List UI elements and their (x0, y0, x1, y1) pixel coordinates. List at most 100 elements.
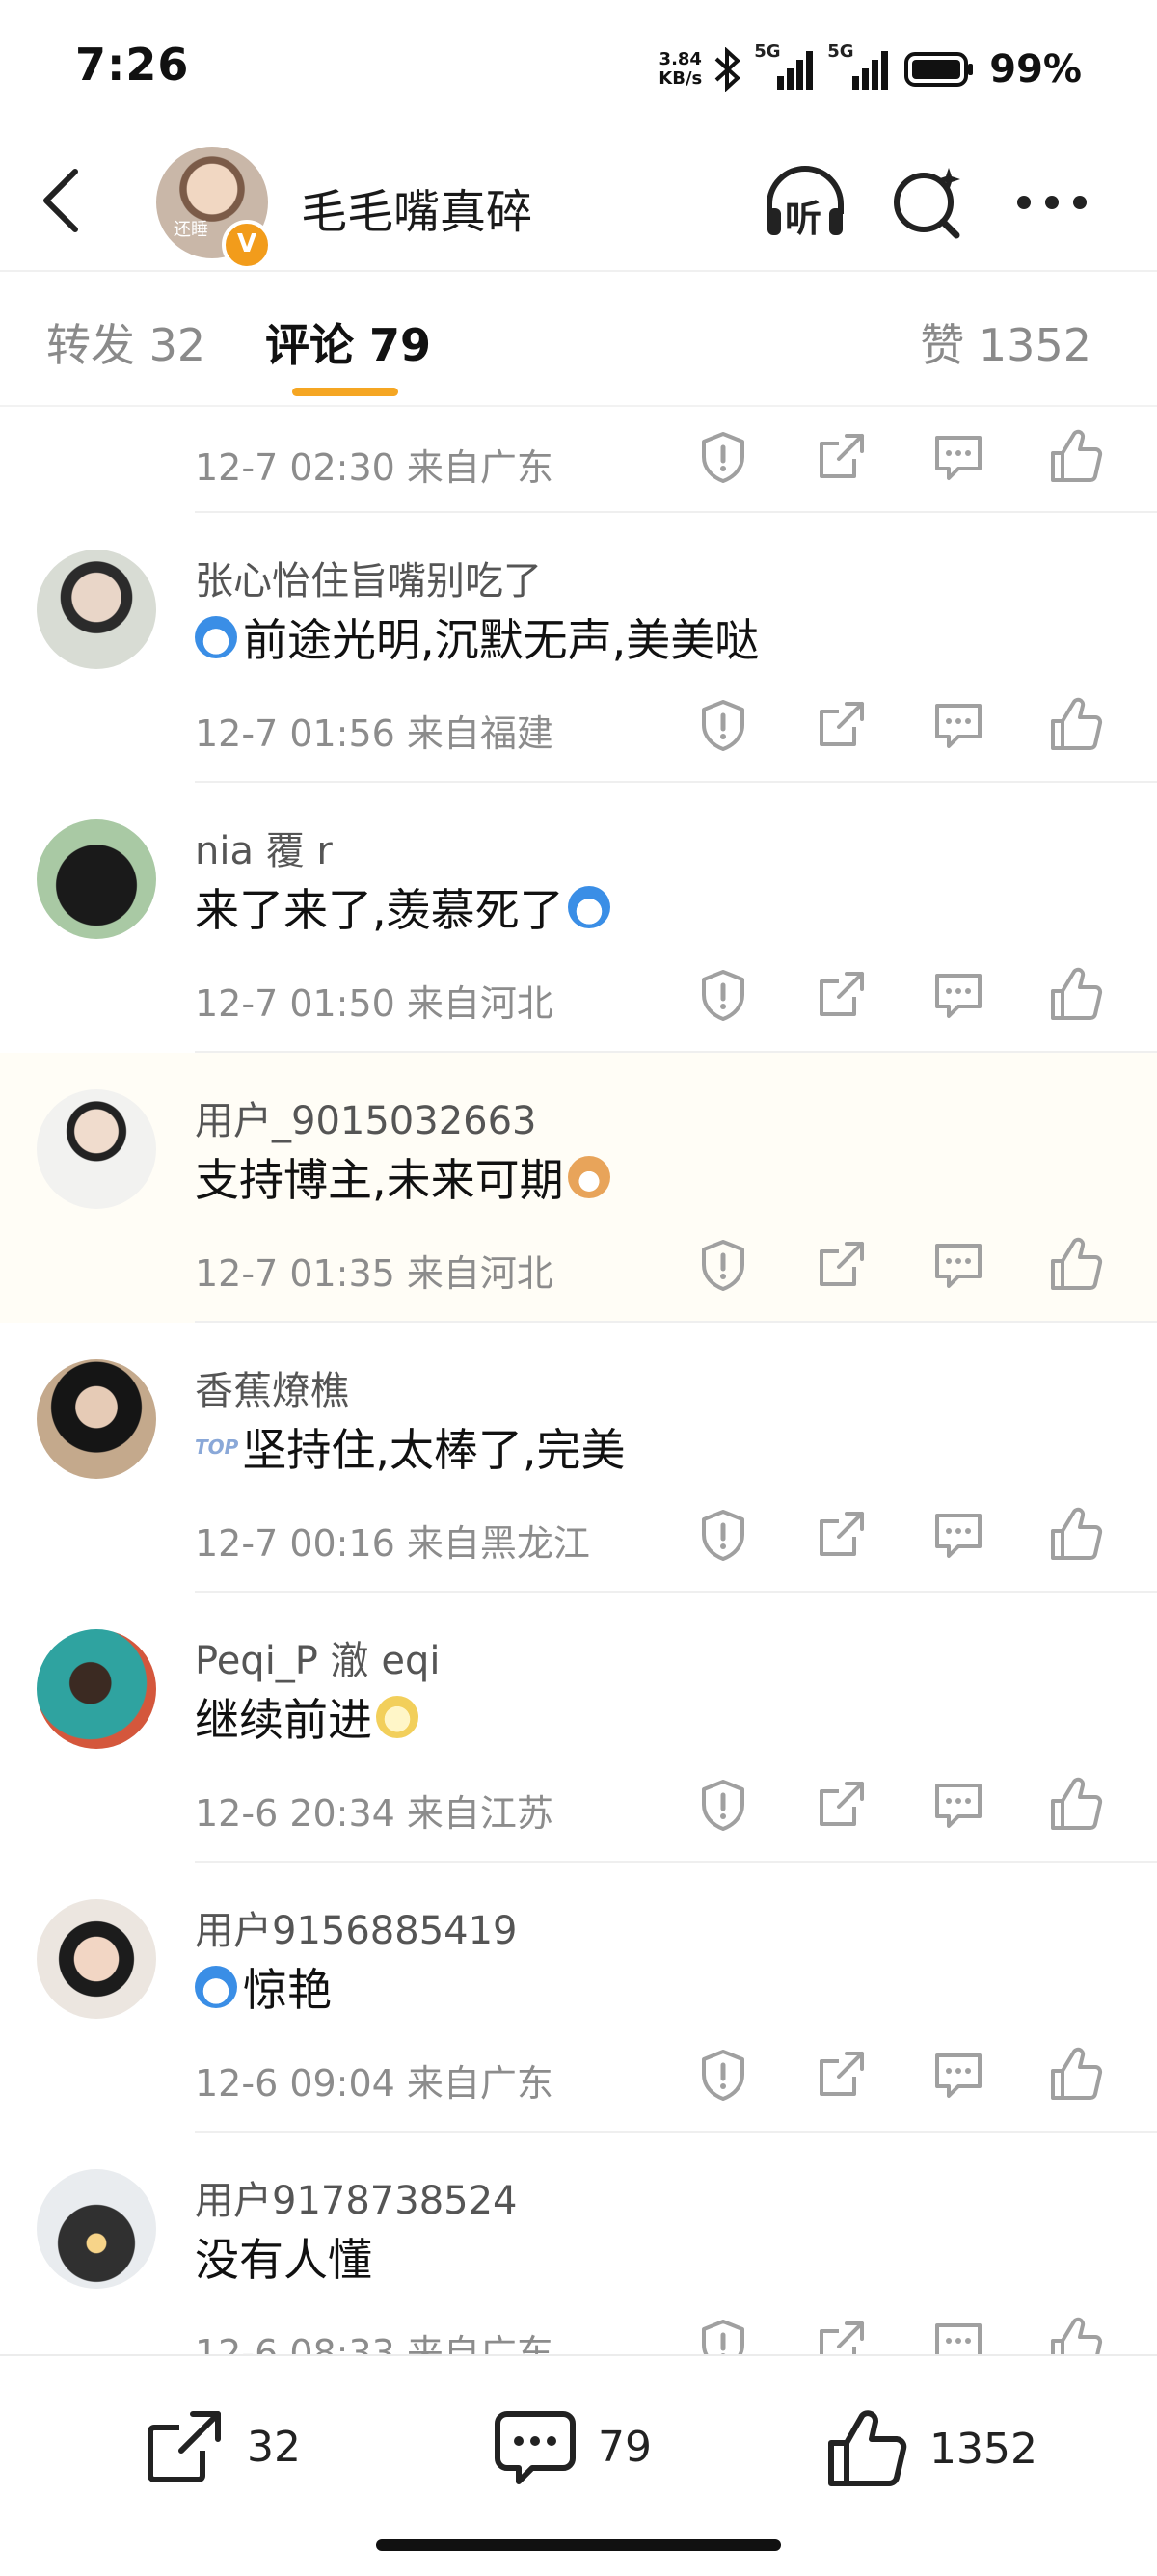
like-comment-button[interactable] (1047, 1236, 1105, 1294)
share-comment-button[interactable] (812, 1776, 870, 1834)
tab-reposts[interactable]: 转发 32 (46, 310, 205, 374)
comment-text: 惊艳 (195, 1955, 332, 2019)
report-button[interactable] (694, 2316, 752, 2354)
shield-alert-icon (702, 432, 744, 483)
thumbs-up-icon (1051, 2317, 1103, 2354)
more-dots-icon (1017, 196, 1087, 209)
more-button[interactable] (1009, 162, 1095, 243)
reply-button[interactable] (929, 966, 987, 1024)
like-button[interactable]: 1352 (825, 2408, 1037, 2489)
comment-text: 没有人懂 (195, 2225, 372, 2289)
share-comment-button[interactable] (812, 696, 870, 754)
status-time: 7:26 (75, 39, 190, 91)
comment-text: 支持博主,未来可期 (195, 1145, 610, 1209)
reply-button[interactable] (929, 1776, 987, 1834)
like-comment-button[interactable] (1047, 1506, 1105, 1564)
home-indicator[interactable] (376, 2539, 781, 2551)
comment-item: nia 覆 r 来了来了,羡慕死了 12-7 01:50 来自河北 (0, 783, 1157, 1053)
comment-bubble-icon (935, 2323, 982, 2354)
reply-button[interactable] (929, 696, 987, 754)
share-comment-button[interactable] (812, 1506, 870, 1564)
search-button[interactable] (885, 162, 972, 243)
commenter-name[interactable]: Peqi_P 澈 eqi (195, 1629, 440, 1685)
comment-button[interactable]: 79 (494, 2408, 652, 2485)
shield-alert-icon (702, 700, 744, 751)
commenter-name[interactable]: 用户9156885419 (195, 1899, 518, 1955)
thumbs-up-icon (828, 2410, 907, 2486)
share-icon (820, 2321, 864, 2354)
commenter-avatar[interactable] (37, 1359, 156, 1479)
commenter-avatar[interactable] (37, 2169, 156, 2289)
doraemon-emoji-icon (195, 1966, 237, 2008)
search-sparkle-icon (894, 168, 960, 239)
like-comment-button[interactable] (1047, 2316, 1105, 2354)
like-comment-button[interactable] (1047, 696, 1105, 754)
commenter-name[interactable]: nia 覆 r (195, 819, 333, 875)
report-button[interactable] (694, 1776, 752, 1834)
comment-bubble-icon (935, 704, 982, 748)
commenter-avatar[interactable] (37, 1629, 156, 1749)
comment-bubble-icon (935, 1784, 982, 1828)
repost-button[interactable]: 32 (143, 2408, 301, 2485)
commenter-name[interactable]: 张心怡住旨嘴别吃了 (195, 550, 542, 605)
comment-meta: 12-7 02:30 来自广东 (195, 446, 553, 489)
share-comment-button[interactable] (812, 2316, 870, 2354)
comment-item: 12-7 02:30 来自广东 (0, 407, 1157, 513)
comment-actions (694, 428, 1118, 486)
share-comment-button[interactable] (812, 2046, 870, 2104)
comment-bubble-icon (935, 1244, 982, 1288)
commenter-name[interactable]: 香蕉燎樵 (195, 1359, 349, 1415)
share-comment-button[interactable] (812, 428, 870, 486)
commenter-avatar[interactable] (37, 1089, 156, 1209)
tab-comments[interactable]: 评论 79 (265, 310, 431, 374)
share-comment-button[interactable] (812, 1236, 870, 1294)
report-button[interactable] (694, 1506, 752, 1564)
shield-alert-icon (702, 2050, 744, 2101)
verified-badge: V (222, 220, 272, 270)
shield-alert-icon (702, 1780, 744, 1831)
report-button[interactable] (694, 428, 752, 486)
back-button[interactable] (29, 162, 96, 239)
like-comment-button[interactable] (1047, 1776, 1105, 1834)
share-comment-button[interactable] (812, 966, 870, 1024)
report-button[interactable] (694, 696, 752, 754)
reply-button[interactable] (929, 1506, 987, 1564)
reply-button[interactable] (929, 2316, 987, 2354)
comment-item: 用户_9015032663 支持博主,未来可期 12-7 01:35 来自河北 (0, 1053, 1157, 1323)
reply-button[interactable] (929, 428, 987, 486)
comment-text-body: 坚持住,太棒了,完美 (242, 1424, 626, 1476)
like-comment-button[interactable] (1047, 2046, 1105, 2104)
thumbs-up-icon (1051, 429, 1103, 482)
page-title[interactable]: 毛毛嘴真碎 (301, 174, 532, 241)
thumbs-up-icon (1051, 967, 1103, 1020)
comment-bubble-icon (495, 2411, 576, 2484)
comment-text: 前途光明,沉默无声,美美哒 (195, 605, 759, 669)
signal-bars-icon (777, 51, 814, 90)
signal-1: 5G (754, 41, 818, 92)
comment-actions (694, 696, 1118, 754)
commenter-name[interactable]: 用户9178738524 (195, 2169, 518, 2225)
doraemon-emoji-icon (567, 886, 610, 928)
like-comment-button[interactable] (1047, 428, 1105, 486)
reply-button[interactable] (929, 2046, 987, 2104)
commenter-name[interactable]: 用户_9015032663 (195, 1089, 537, 1145)
net-speed-value: 3.84 (659, 49, 702, 69)
report-button[interactable] (694, 1236, 752, 1294)
like-comment-button[interactable] (1047, 966, 1105, 1024)
share-icon (820, 1242, 864, 1286)
commenter-avatar[interactable] (37, 819, 156, 939)
report-button[interactable] (694, 2046, 752, 2104)
commenter-avatar[interactable] (37, 550, 156, 669)
shield-alert-icon (702, 2320, 744, 2354)
tab-likes[interactable]: 赞 1352 (920, 310, 1091, 374)
reply-button[interactable] (929, 1236, 987, 1294)
listen-button[interactable]: 听 (762, 162, 848, 243)
report-button[interactable] (694, 966, 752, 1024)
comment-actions (694, 1776, 1118, 1834)
battery-icon (904, 52, 974, 87)
comment-text-body: 来了来了,羡慕死了 (195, 884, 564, 936)
commenter-avatar[interactable] (37, 1899, 156, 2019)
comment-actions (694, 1506, 1118, 1564)
comment-actions (694, 966, 1118, 1024)
comment-meta: 12-7 01:50 来自河北 (195, 982, 553, 1025)
